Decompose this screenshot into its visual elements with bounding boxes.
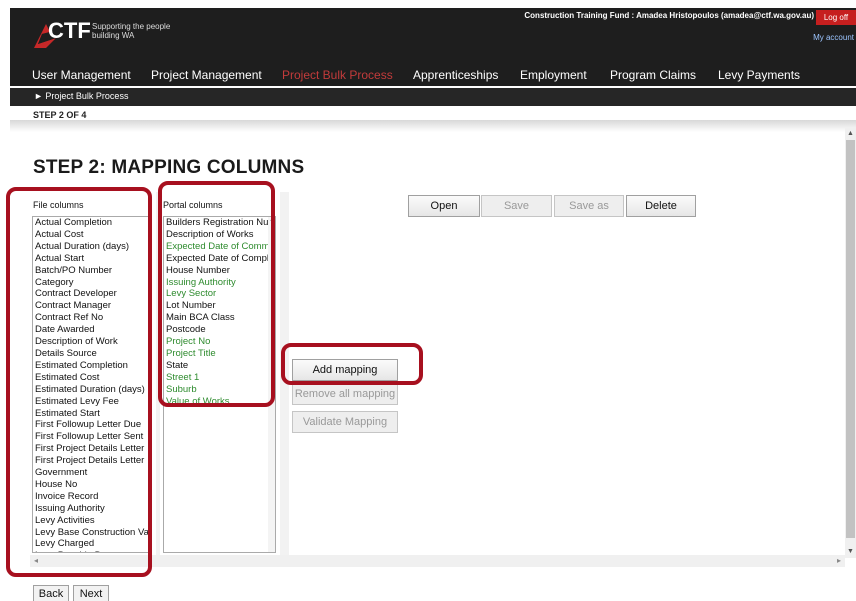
step-indicator: STEP 2 OF 4 xyxy=(33,110,87,120)
file-column-item[interactable]: Contract Developer xyxy=(33,288,150,300)
file-column-item[interactable]: Invoice Record xyxy=(33,491,150,503)
file-column-item[interactable]: House No xyxy=(33,479,150,491)
portal-column-item[interactable]: Postcode xyxy=(164,324,275,336)
save-button[interactable]: Save xyxy=(481,195,552,217)
file-column-item[interactable]: Date Awarded xyxy=(33,324,150,336)
page-title: STEP 2: MAPPING COLUMNS xyxy=(33,157,305,178)
file-column-item[interactable]: First Project Details Letter xyxy=(33,443,150,455)
file-columns-label: File columns xyxy=(33,200,84,210)
portal-column-item[interactable]: Builders Registration Num xyxy=(164,217,275,229)
file-column-item[interactable]: Levy Activities xyxy=(33,515,150,527)
file-column-item[interactable]: Levy Base Construction Va xyxy=(33,527,150,539)
file-column-item[interactable]: First Followup Letter Sent xyxy=(33,431,150,443)
scroll-left-icon[interactable]: ◂ xyxy=(34,556,38,565)
my-account-link[interactable]: My account xyxy=(813,33,854,42)
logoff-button[interactable]: Log off xyxy=(816,10,856,25)
portal-column-item[interactable]: House Number xyxy=(164,265,275,277)
header: CTF Supporting the people building WA Co… xyxy=(10,8,856,65)
scroll-up-icon: ▲ xyxy=(269,217,275,223)
portal-column-item[interactable]: Levy Sector xyxy=(164,288,275,300)
file-column-item[interactable]: Actual Completion xyxy=(33,217,150,229)
file-column-item[interactable]: Description of Work xyxy=(33,336,150,348)
portal-columns-items: Builders Registration Num Description of … xyxy=(164,217,275,408)
portal-column-item[interactable]: Suburb xyxy=(164,384,275,396)
file-column-item[interactable]: Details Source xyxy=(33,348,150,360)
nav-apprenticeships[interactable]: Apprenticeships xyxy=(413,68,498,82)
portal-column-item[interactable]: Value of Works xyxy=(164,396,275,408)
portal-column-item[interactable]: Expected Date of Commen xyxy=(164,241,275,253)
open-button[interactable]: Open xyxy=(408,195,480,217)
file-column-item[interactable]: Estimated Duration (days) xyxy=(33,384,150,396)
file-column-item[interactable]: First Project Details Letter xyxy=(33,455,150,467)
file-columns-list[interactable]: Actual Completion Actual Cost Actual Durat… xyxy=(32,216,151,553)
portal-column-item[interactable]: Issuing Authority xyxy=(164,277,275,289)
portal-column-item[interactable]: Expected Date of Complet xyxy=(164,253,275,265)
breadcrumb-bar: ► Project Bulk Process xyxy=(10,88,856,106)
file-column-item[interactable]: Levy Charged xyxy=(33,538,150,550)
main-nav: User Management Project Management Proje… xyxy=(10,65,856,86)
delete-button[interactable]: Delete xyxy=(626,195,696,217)
portal-column-item[interactable]: Street 1 xyxy=(164,372,275,384)
next-button[interactable]: Next xyxy=(73,585,109,601)
file-column-item[interactable]: Estimated Completion xyxy=(33,360,150,372)
portal-columns-label: Portal columns xyxy=(163,200,223,210)
portal-column-item[interactable]: Project Title xyxy=(164,348,275,360)
back-button[interactable]: Back xyxy=(33,585,69,601)
portal-column-item[interactable]: Project No xyxy=(164,336,275,348)
nav-program-claims[interactable]: Program Claims xyxy=(610,68,696,82)
portal-list-scrollbar[interactable]: ▲ xyxy=(268,217,275,552)
add-mapping-button[interactable]: Add mapping xyxy=(292,359,398,381)
scroll-thumb[interactable] xyxy=(846,140,855,538)
nav-project-bulk-process[interactable]: Project Bulk Process xyxy=(282,68,393,82)
file-column-item[interactable]: Actual Start xyxy=(33,253,150,265)
file-column-item[interactable]: Contract Ref No xyxy=(33,312,150,324)
file-column-item[interactable]: Government xyxy=(33,467,150,479)
scroll-right-icon[interactable]: ▸ xyxy=(837,556,841,565)
logo-text: CTF xyxy=(48,18,91,43)
horizontal-scrollbar[interactable]: ◂ ▸ xyxy=(30,555,845,567)
file-column-item[interactable]: Category xyxy=(33,277,150,289)
file-column-item[interactable]: Estimated Start xyxy=(33,408,150,420)
portal-column-item[interactable]: Main BCA Class xyxy=(164,312,275,324)
nav-levy-payments[interactable]: Levy Payments xyxy=(718,68,800,82)
file-column-item[interactable]: First Followup Letter Due xyxy=(33,419,150,431)
file-column-item[interactable]: Levy Payable By xyxy=(33,550,150,552)
file-columns-items: Actual Completion Actual Cost Actual Durat… xyxy=(33,217,150,552)
file-column-item[interactable]: Actual Duration (days) xyxy=(33,241,150,253)
page-vertical-scrollbar[interactable]: ▲ ▼ xyxy=(845,128,856,558)
header-shadow xyxy=(10,120,856,132)
app-window: CTF Supporting the people building WA Co… xyxy=(0,0,856,601)
file-column-item[interactable]: Estimated Levy Fee xyxy=(33,396,150,408)
breadcrumb[interactable]: ► Project Bulk Process xyxy=(34,91,128,101)
validate-mapping-button[interactable]: Validate Mapping xyxy=(292,411,398,433)
nav-employment[interactable]: Employment xyxy=(520,68,587,82)
file-column-item[interactable]: Estimated Cost xyxy=(33,372,150,384)
user-info: Construction Training Fund : Amadea Hris… xyxy=(524,11,814,20)
portal-column-item[interactable]: State xyxy=(164,360,275,372)
logo-tagline: Supporting the people building WA xyxy=(92,22,171,40)
scroll-down-icon[interactable]: ▼ xyxy=(846,547,855,557)
file-column-item[interactable]: Contract Manager xyxy=(33,300,150,312)
portal-column-item[interactable]: Description of Works xyxy=(164,229,275,241)
remove-all-mapping-button[interactable]: Remove all mapping xyxy=(292,383,398,405)
scroll-up-icon[interactable]: ▲ xyxy=(846,129,855,139)
nav-user-management[interactable]: User Management xyxy=(32,68,131,82)
file-column-item[interactable]: Issuing Authority xyxy=(33,503,150,515)
nav-project-management[interactable]: Project Management xyxy=(151,68,262,82)
file-column-item[interactable]: Batch/PO Number xyxy=(33,265,150,277)
portal-columns-list[interactable]: Builders Registration Num Description of … xyxy=(163,216,276,553)
portal-column-item[interactable]: Lot Number xyxy=(164,300,275,312)
save-as-button[interactable]: Save as xyxy=(554,195,624,217)
file-column-item[interactable]: Actual Cost xyxy=(33,229,150,241)
